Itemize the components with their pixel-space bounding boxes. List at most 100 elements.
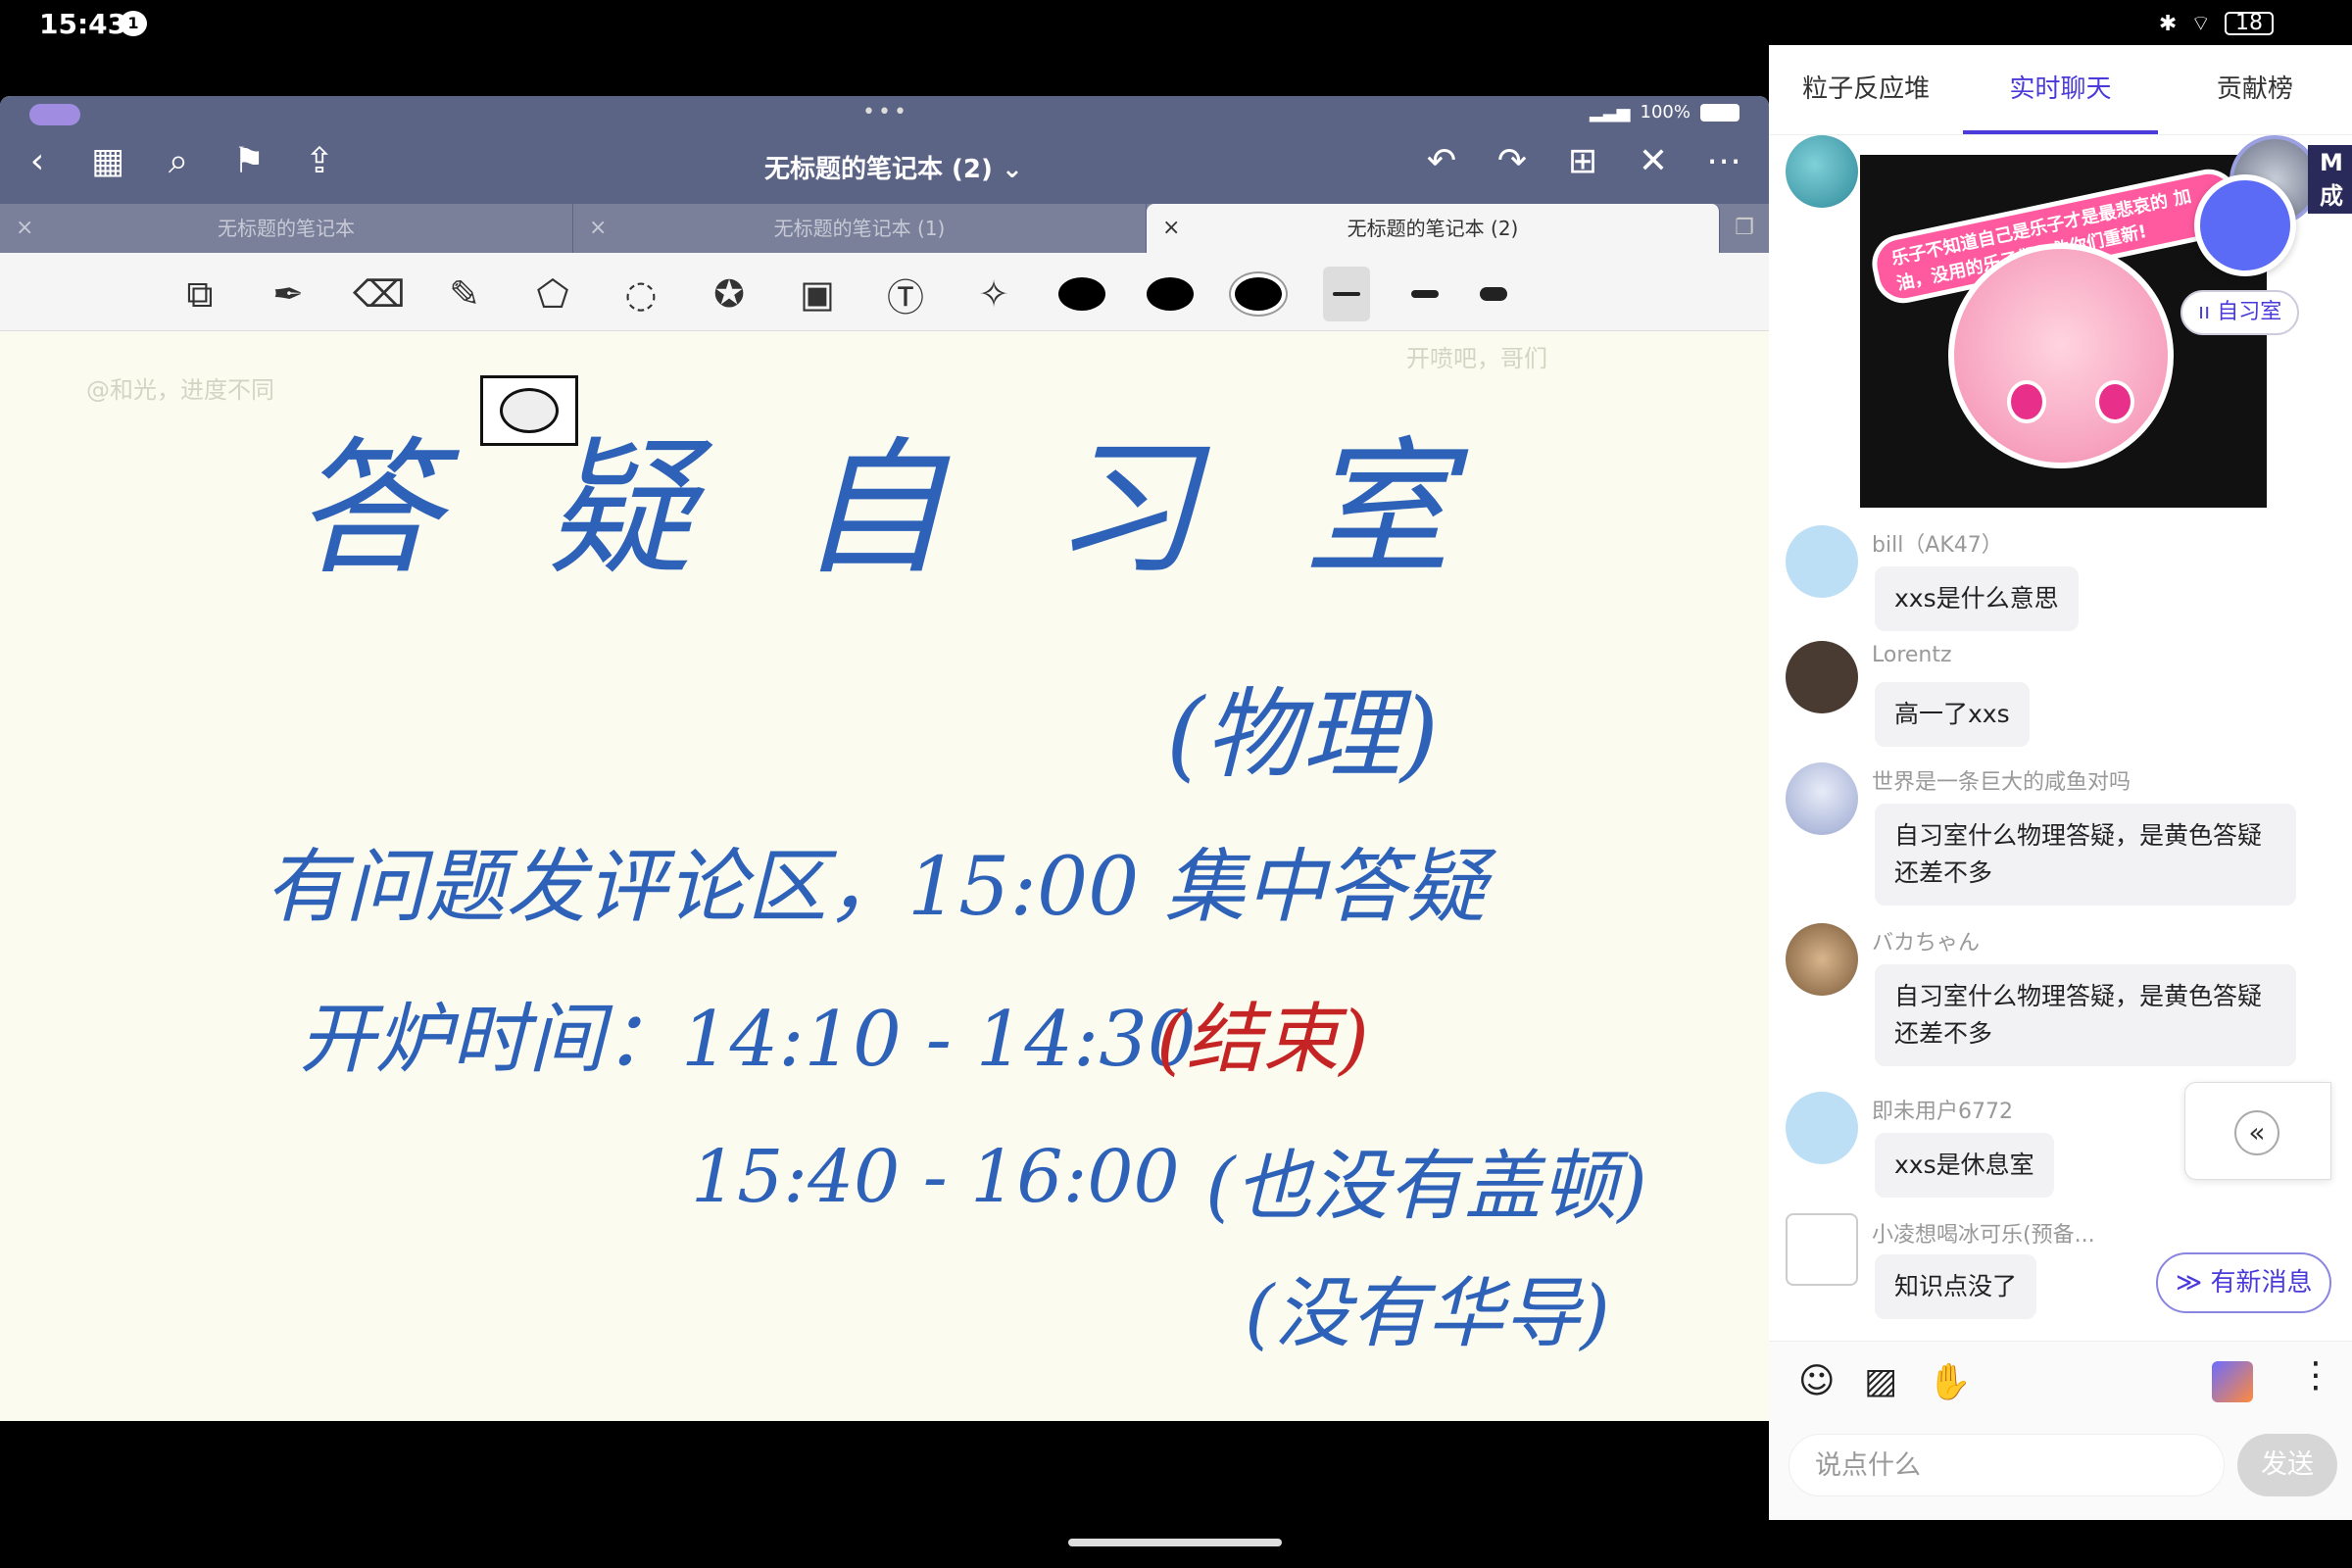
message-username[interactable]: Lorentz — [1872, 643, 1952, 667]
back-icon[interactable]: ‹ — [20, 141, 55, 182]
notebook-titlebar: ••• ▂▃▅ 100% ‹ ▦ ⌕ ⚑ ⇪ 无标题的笔记本 (2) ⌄ ↶ ↷… — [0, 96, 1769, 204]
store-icon[interactable] — [2194, 174, 2296, 276]
chat-compose-bar: ☺ ▨ ✋ ⋮ 说点什么 发送 — [1769, 1341, 2352, 1520]
message-username[interactable]: 世界是一条巨大的咸鱼对吗 — [1872, 764, 2131, 796]
share-icon[interactable]: ⇪ — [302, 141, 337, 182]
avatar[interactable] — [1786, 641, 1858, 713]
avatar[interactable] — [1786, 1213, 1858, 1286]
avatar[interactable] — [1786, 135, 1858, 208]
collapse-panel-button[interactable]: « — [2184, 1082, 2331, 1180]
double-chevron-left-icon: « — [2234, 1110, 2279, 1155]
image-icon[interactable]: ▣ — [794, 272, 841, 316]
sticker-icon[interactable]: ✪ — [706, 272, 753, 316]
home-indicator[interactable] — [1068, 1539, 1282, 1546]
shapes-icon[interactable]: ⬠ — [529, 272, 576, 316]
status-icons: ✱ ⌔ 18 — [2159, 10, 2274, 37]
battery-icon: 18 — [2225, 12, 2274, 35]
avatar[interactable] — [1786, 1092, 1858, 1164]
eraser-icon[interactable]: ⌫ — [353, 272, 406, 316]
close-icon[interactable]: ✕ — [1636, 141, 1671, 181]
highlighter-icon[interactable]: ✎ — [441, 272, 488, 316]
handwritten-line-2: 开炉时间：14:10 - 14:30 — [299, 996, 1197, 1084]
tab-close-icon[interactable]: × — [589, 204, 607, 253]
chat-message-list[interactable]: 乐子不知道自己是乐子才是最悲哀的 加油，没用的乐子们，救你们重新! M 成 ıı… — [1769, 135, 2352, 1341]
gift-icon[interactable] — [2212, 1361, 2253, 1402]
ghost-comment: @和光，进度不同 — [86, 376, 274, 404]
message-bubble: 高一了xxs — [1875, 682, 2030, 747]
message-bubble: 自习室什么物理答疑，是黄色答疑还差不多 — [1875, 804, 2296, 906]
text-icon[interactable]: Ⓣ — [882, 268, 929, 321]
tab-notebook-2[interactable]: × 无标题的笔记本 (2) — [1147, 204, 1720, 253]
raise-hand-icon[interactable]: ✋ — [1928, 1361, 1972, 1402]
message-username[interactable]: 小凌想喝冰可乐(预备... — [1872, 1217, 2095, 1249]
send-button[interactable]: 发送 — [2237, 1434, 2337, 1496]
message-bubble: xxs是休息室 — [1875, 1133, 2054, 1198]
study-room-badge[interactable] — [2180, 174, 2298, 276]
tab-label: 无标题的笔记本 (1) — [773, 217, 946, 240]
avatar[interactable] — [1786, 762, 1858, 835]
drawing-toolbar: ⧉ ✒ ⌫ ✎ ⬠ ◌ ✪ ▣ Ⓣ ✧ — [0, 253, 1769, 331]
laser-pointer-icon[interactable]: ✧ — [970, 272, 1017, 316]
system-status-bar: 15:43 1 ✱ ⌔ 18 — [0, 0, 2352, 45]
bookmark-icon[interactable]: ⚑ — [231, 141, 267, 182]
message-username[interactable]: bill（AK47） — [1872, 527, 2003, 559]
tab-label: 无标题的笔记本 (2) — [1347, 217, 1519, 240]
tab-label: 无标题的笔记本 — [218, 217, 355, 240]
handwritten-line-1: 有问题发评论区，15:00 集中答疑 — [265, 841, 1487, 934]
tab-contribution-rank[interactable]: 贡献榜 — [2158, 45, 2352, 134]
redo-icon[interactable]: ↷ — [1494, 141, 1530, 181]
note-canvas[interactable]: @和光，进度不同 开喷吧，哥们 答 疑 自 习 室 (物理) 有问题发评论区，1… — [0, 331, 1769, 1421]
stroke-width-medium[interactable] — [1411, 290, 1439, 298]
search-icon[interactable]: ⌕ — [161, 141, 196, 182]
color-black-selected[interactable] — [1235, 277, 1282, 311]
notebook-title[interactable]: 无标题的笔记本 (2) ⌄ — [764, 149, 1023, 185]
more-vertical-icon[interactable]: ⋮ — [2298, 1355, 2333, 1396]
handwritten-line-2-red: (结束) — [1156, 996, 1369, 1084]
undo-icon[interactable]: ↶ — [1424, 141, 1459, 181]
avatar[interactable] — [1786, 525, 1858, 598]
tab-close-icon[interactable]: × — [1162, 204, 1180, 253]
tab-particle-reactor[interactable]: 粒子反应堆 — [1769, 45, 1963, 134]
clock: 15:43 — [39, 8, 127, 40]
image-icon[interactable]: ▨ — [1863, 1361, 1898, 1402]
streamer-name: M 成 — [2308, 145, 2352, 214]
stroke-width-thick[interactable] — [1480, 287, 1507, 301]
tab-notebook-0[interactable]: × 无标题的笔记本 — [0, 204, 573, 253]
message-bubble: 知识点没了 — [1875, 1254, 2037, 1319]
handwritten-title: 答 疑 自 习 室 — [294, 424, 1481, 595]
handwritten-line-3-note: (也没有盖顿) — [1205, 1143, 1647, 1231]
message-bubble: 自习室什么物理答疑，是黄色答疑还差不多 — [1875, 964, 2296, 1066]
more-icon[interactable]: ⋯ — [1706, 141, 1741, 181]
tablet-battery-icon — [1700, 103, 1740, 122]
color-black-1[interactable] — [1058, 277, 1105, 311]
avatar[interactable] — [1786, 923, 1858, 996]
stroke-width-selected[interactable] — [1323, 267, 1370, 321]
tab-live-chat[interactable]: 实时聊天 — [1963, 45, 2158, 134]
ghost-comment: 开喷吧，哥们 — [1406, 345, 1547, 372]
chat-tabs: 粒子反应堆 实时聊天 贡献榜 — [1769, 45, 2352, 135]
handwritten-line-4-note: (没有华导) — [1245, 1270, 1610, 1358]
window-mode-icon[interactable] — [29, 104, 80, 125]
new-tab-icon[interactable]: ❐ — [1720, 204, 1769, 253]
grid-icon[interactable]: ▦ — [90, 141, 125, 182]
chat-input[interactable]: 说点什么 — [1788, 1434, 2225, 1496]
tab-notebook-1[interactable]: × 无标题的笔记本 (1) — [573, 204, 1147, 253]
handwritten-line-3-time: 15:40 - 16:00 — [691, 1135, 1180, 1219]
bluetooth-icon: ✱ — [2158, 11, 2178, 36]
new-messages-button[interactable]: ≫ 有新消息 — [2156, 1252, 2332, 1313]
add-page-icon[interactable]: ⊞ — [1565, 141, 1600, 181]
emoji-icon[interactable]: ☺ — [1798, 1361, 1836, 1402]
tab-close-icon[interactable]: × — [16, 204, 33, 253]
page-layout-icon[interactable]: ⧉ — [176, 272, 223, 317]
handwritten-subtitle: (物理) — [1166, 677, 1440, 792]
pen-icon[interactable]: ✒ — [265, 272, 312, 316]
battery-percent: 100% — [1640, 102, 1690, 122]
study-room-label[interactable]: ıı 自习室 — [2180, 290, 2300, 335]
window-handle-icon[interactable]: ••• — [862, 100, 909, 124]
notebook-app: ••• ▂▃▅ 100% ‹ ▦ ⌕ ⚑ ⇪ 无标题的笔记本 (2) ⌄ ↶ ↷… — [0, 96, 1769, 1421]
color-black-2[interactable] — [1147, 277, 1194, 311]
notification-icon: 1 — [120, 11, 147, 36]
message-username[interactable]: バカちゃん — [1872, 925, 1980, 956]
message-username[interactable]: 即未用户6772 — [1872, 1094, 2013, 1125]
lasso-icon[interactable]: ◌ — [617, 272, 664, 316]
